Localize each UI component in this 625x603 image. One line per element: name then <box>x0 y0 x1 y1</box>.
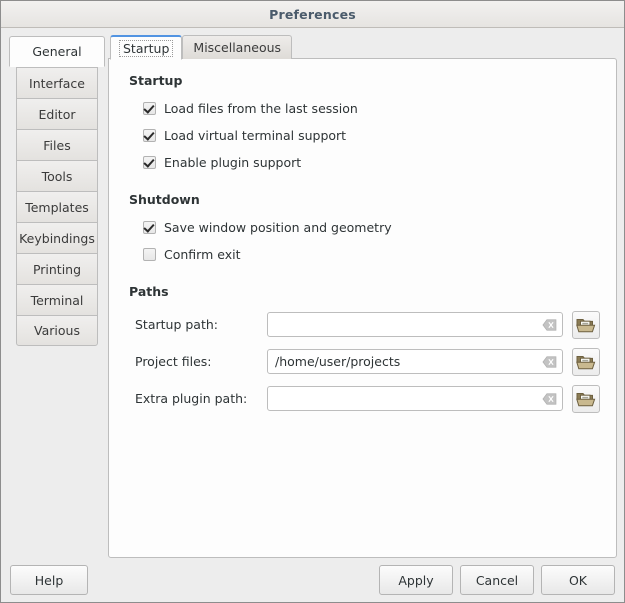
paths-section: Startup path: <box>125 306 600 417</box>
sidebar-item-keybindings[interactable]: Keybindings <box>16 222 98 253</box>
project-files-input[interactable]: /home/user/projects <box>267 349 563 374</box>
tab-label: Startup <box>119 40 173 57</box>
checkbox-confirm-exit[interactable] <box>143 248 156 261</box>
sidebar-item-label: Printing <box>33 262 81 277</box>
path-row-project-files: Project files: /home/user/projects <box>125 343 600 380</box>
paths-group-heading: Paths <box>129 284 600 299</box>
checkbox-label: Enable plugin support <box>164 155 301 170</box>
checkbox-load-virtual-terminal[interactable] <box>143 129 156 142</box>
startup-group-heading: Startup <box>129 73 600 88</box>
checkbox-enable-plugin-support[interactable] <box>143 156 156 169</box>
checkbox-label: Save window position and geometry <box>164 220 392 235</box>
sidebar-item-files[interactable]: Files <box>16 129 98 160</box>
path-label: Extra plugin path: <box>135 391 267 406</box>
shutdown-group-heading: Shutdown <box>129 192 600 207</box>
path-label: Startup path: <box>135 317 267 332</box>
sidebar-item-label: Interface <box>29 76 85 91</box>
sidebar-item-label: Files <box>43 138 70 153</box>
path-row-startup: Startup path: <box>125 306 600 343</box>
apply-button[interactable]: Apply <box>379 565 453 595</box>
extra-plugin-path-input[interactable] <box>267 386 563 411</box>
checkbox-label: Load virtual terminal support <box>164 128 346 143</box>
help-button[interactable]: Help <box>10 565 88 595</box>
clear-entry-icon[interactable] <box>542 356 557 368</box>
sidebar-item-printing[interactable]: Printing <box>16 253 98 284</box>
sidebar-item-terminal[interactable]: Terminal <box>16 284 98 315</box>
startup-path-input[interactable] <box>267 312 563 337</box>
checkbox-save-window-position[interactable] <box>143 221 156 234</box>
sidebar-item-general[interactable]: General <box>9 36 105 67</box>
sidebar-item-editor[interactable]: Editor <box>16 98 98 129</box>
cancel-button[interactable]: Cancel <box>460 565 534 595</box>
folder-open-icon <box>576 390 596 408</box>
path-label: Project files: <box>135 354 267 369</box>
clear-entry-icon[interactable] <box>542 393 557 405</box>
checkbox-label: Confirm exit <box>164 247 240 262</box>
sidebar-item-interface[interactable]: Interface <box>16 67 98 98</box>
checkbox-load-last-session[interactable] <box>143 102 156 115</box>
sidebar-item-label: Various <box>34 323 80 338</box>
folder-open-icon <box>576 316 596 334</box>
input-value: /home/user/projects <box>275 354 400 369</box>
sidebar-item-label: Keybindings <box>19 231 95 246</box>
extra-plugin-path-browse-button[interactable] <box>572 385 600 413</box>
dialog-action-bar: Help Apply Cancel OK <box>1 558 624 602</box>
project-files-browse-button[interactable] <box>572 348 600 376</box>
folder-open-icon <box>576 353 596 371</box>
checkbox-row-plugin-support[interactable]: Enable plugin support <box>125 149 600 176</box>
window-title: Preferences <box>269 7 356 22</box>
sidebar-item-label: Tools <box>42 169 73 184</box>
sidebar-item-label: Terminal <box>31 293 84 308</box>
tab-miscellaneous[interactable]: Miscellaneous <box>182 35 292 59</box>
sidebar-item-label: Editor <box>39 107 76 122</box>
checkbox-label: Load files from the last session <box>164 101 358 116</box>
sidebar-item-label: Templates <box>25 200 89 215</box>
checkbox-row-confirm-exit[interactable]: Confirm exit <box>125 241 600 268</box>
startup-path-browse-button[interactable] <box>572 311 600 339</box>
checkbox-row-load-last-session[interactable]: Load files from the last session <box>125 95 600 122</box>
tab-startup[interactable]: Startup <box>110 35 182 60</box>
dialog-body: General Interface Editor Files Tools Tem… <box>1 28 624 558</box>
settings-notebook: Startup Miscellaneous Startup Load files… <box>106 34 617 558</box>
tab-strip: Startup Miscellaneous <box>108 34 617 59</box>
sidebar-item-templates[interactable]: Templates <box>16 191 98 222</box>
startup-tab-panel: Startup Load files from the last session… <box>108 58 617 558</box>
ok-button[interactable]: OK <box>541 565 615 595</box>
checkbox-row-virtual-terminal[interactable]: Load virtual terminal support <box>125 122 600 149</box>
checkbox-row-save-window-position[interactable]: Save window position and geometry <box>125 214 600 241</box>
path-row-extra-plugin: Extra plugin path: <box>125 380 600 417</box>
category-sidebar: General Interface Editor Files Tools Tem… <box>8 34 106 558</box>
sidebar-item-various[interactable]: Various <box>16 315 98 346</box>
sidebar-item-label: General <box>32 44 81 59</box>
tab-label: Miscellaneous <box>193 40 281 55</box>
clear-entry-icon[interactable] <box>542 319 557 331</box>
sidebar-item-tools[interactable]: Tools <box>16 160 98 191</box>
title-bar: Preferences <box>1 1 624 28</box>
preferences-window: Preferences General Interface Editor Fil… <box>0 0 625 603</box>
